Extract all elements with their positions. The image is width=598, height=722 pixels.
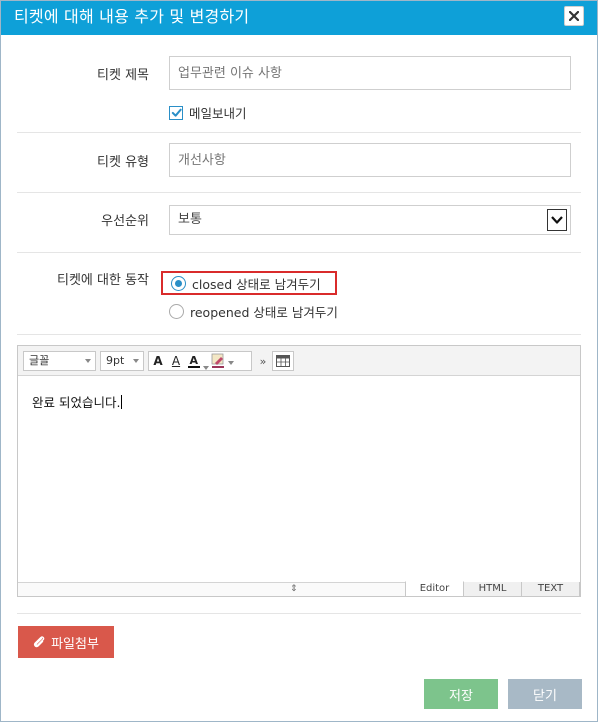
insert-table-icon[interactable] bbox=[272, 351, 294, 371]
bold-icon[interactable]: A bbox=[149, 352, 167, 370]
radio-closed[interactable] bbox=[171, 275, 186, 291]
editor-content-area[interactable]: 완료 되었습니다. bbox=[18, 376, 580, 582]
paperclip-icon bbox=[34, 636, 45, 648]
divider bbox=[17, 613, 581, 614]
action-row: 티켓에 대한 동작 closed 상태로 남겨두기 reopened 상태로 남… bbox=[17, 253, 581, 335]
highlight-caret-icon bbox=[228, 354, 236, 369]
underline-icon[interactable]: A bbox=[167, 352, 185, 370]
radio-closed-label: closed 상태로 남겨두기 bbox=[192, 276, 321, 292]
editor-toolbar: 글꼴 9pt A A A » bbox=[18, 346, 580, 376]
font-family-caret-icon bbox=[85, 359, 91, 363]
ticket-title-input[interactable] bbox=[169, 56, 571, 90]
checkmark-icon bbox=[171, 108, 182, 117]
svg-text:A: A bbox=[190, 354, 199, 367]
priority-row: 우선순위 보통 bbox=[17, 193, 581, 253]
format-caret-icon bbox=[203, 355, 209, 370]
radio-reopened[interactable] bbox=[169, 303, 184, 319]
font-size-select[interactable]: 9pt bbox=[100, 351, 144, 371]
text-cursor bbox=[121, 395, 123, 409]
font-size-caret-icon bbox=[133, 359, 139, 363]
radio-option-closed[interactable]: closed 상태로 남겨두기 bbox=[161, 271, 337, 295]
editor-mode-tabs: Editor HTML TEXT bbox=[405, 581, 580, 597]
send-mail-label: 메일보내기 bbox=[189, 106, 247, 121]
font-family-value: 글꼴 bbox=[29, 354, 50, 367]
dialog-title: 티켓에 대해 내용 추가 및 변경하기 bbox=[14, 7, 250, 26]
more-tools-icon[interactable]: » bbox=[256, 351, 270, 371]
priority-label: 우선순위 bbox=[101, 214, 149, 229]
ticket-type-row: 티켓 유형 bbox=[17, 133, 581, 193]
editor-footer: ⇕ Editor HTML TEXT bbox=[18, 581, 580, 597]
priority-dropdown-toggle[interactable] bbox=[547, 209, 567, 231]
rich-text-editor: 글꼴 9pt A A A » 완료 되었습니다. ⇕ Editor HTML T… bbox=[17, 345, 581, 597]
priority-selected-value: 보통 bbox=[178, 212, 202, 227]
close-dialog-button[interactable] bbox=[564, 6, 584, 26]
ticket-title-label: 티켓 제목 bbox=[97, 68, 149, 83]
tab-editor[interactable]: Editor bbox=[405, 581, 464, 597]
dialog-titlebar: 티켓에 대해 내용 추가 및 변경하기 bbox=[1, 1, 597, 35]
action-radio-group: closed 상태로 남겨두기 reopened 상태로 남겨두기 bbox=[161, 271, 344, 322]
close-icon bbox=[569, 11, 579, 21]
send-mail-checkbox[interactable] bbox=[169, 105, 183, 120]
action-label: 티켓에 대한 동작 bbox=[57, 273, 149, 288]
tab-html[interactable]: HTML bbox=[463, 582, 522, 597]
attach-file-label: 파일첨부 bbox=[51, 636, 99, 652]
tab-text[interactable]: TEXT bbox=[521, 582, 580, 597]
ticket-type-label: 티켓 유형 bbox=[97, 155, 149, 170]
save-button[interactable]: 저장 bbox=[424, 679, 498, 709]
resize-handle-icon[interactable]: ⇕ bbox=[290, 583, 298, 596]
ticket-edit-dialog: 티켓에 대해 내용 추가 및 변경하기 티켓 제목 메일보내기 티켓 유형 우선… bbox=[0, 0, 598, 722]
text-format-group: A A A bbox=[148, 351, 252, 371]
highlight-color-icon[interactable] bbox=[210, 352, 228, 370]
radio-reopened-label: reopened 상태로 남겨두기 bbox=[190, 304, 338, 320]
attach-file-button[interactable]: 파일첨부 bbox=[18, 626, 114, 658]
font-size-value: 9pt bbox=[106, 354, 125, 367]
editor-content-text: 완료 되었습니다. bbox=[32, 395, 121, 410]
priority-select[interactable]: 보통 bbox=[169, 205, 571, 235]
font-color-icon[interactable]: A bbox=[185, 352, 203, 370]
send-mail-option[interactable]: 메일보내기 bbox=[169, 103, 247, 122]
close-button[interactable]: 닫기 bbox=[508, 679, 582, 709]
font-family-select[interactable]: 글꼴 bbox=[23, 351, 96, 371]
ticket-title-row: 티켓 제목 메일보내기 bbox=[17, 45, 581, 133]
ticket-type-input[interactable] bbox=[169, 143, 571, 177]
chevron-down-icon bbox=[551, 216, 563, 224]
radio-option-reopened[interactable]: reopened 상태로 남겨두기 bbox=[161, 300, 344, 322]
